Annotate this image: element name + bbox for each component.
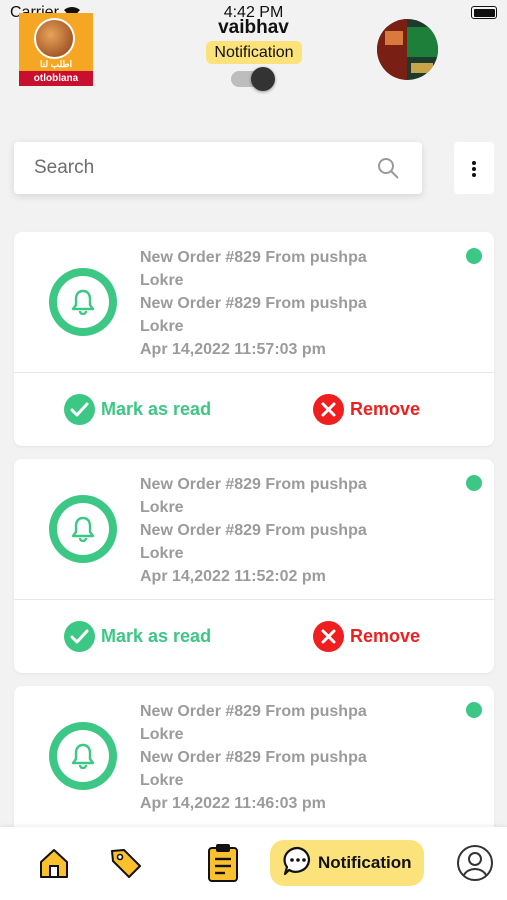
logo-name: otloblana (19, 71, 93, 86)
more-options-button[interactable] (454, 142, 494, 194)
bell-icon (49, 268, 117, 336)
home-icon[interactable] (37, 846, 71, 885)
bottom-nav: Notification (0, 827, 507, 900)
clipboard-icon[interactable] (205, 842, 241, 889)
check-icon (64, 393, 95, 425)
mode-chip: Notification (206, 41, 302, 64)
search-input[interactable]: Search (14, 142, 422, 194)
tag-icon[interactable] (108, 845, 144, 886)
mark-as-read-button[interactable]: Mark as read (64, 393, 211, 425)
nav-active-label: Notification (318, 853, 412, 872)
search-placeholder: Search (34, 157, 95, 178)
check-icon (64, 620, 95, 652)
notification-card[interactable]: New Order #829 From pushpa Lokre New Ord… (14, 459, 494, 673)
card-divider (14, 599, 494, 600)
close-icon (313, 620, 344, 652)
notification-text: New Order #829 From pushpa Lokre New Ord… (140, 246, 440, 361)
notification-card[interactable]: New Order #829 From pushpa Lokre New Ord… (14, 232, 494, 446)
notification-time: Apr 14,2022 11:57:03 pm (140, 341, 326, 358)
notification-text: New Order #829 From pushpa Lokre New Ord… (140, 473, 440, 588)
logo-arabic-text: اطلب لنا (39, 59, 73, 69)
remove-button[interactable]: Remove (313, 620, 420, 652)
notification-time: Apr 14,2022 11:46:03 pm (140, 795, 326, 812)
card-divider (14, 372, 494, 373)
chat-icon (282, 845, 314, 882)
profile-icon[interactable] (456, 844, 494, 887)
remove-button[interactable]: Remove (313, 393, 420, 425)
notification-toggle[interactable] (231, 67, 277, 91)
notification-card[interactable]: New Order #829 From pushpa Lokre New Ord… (14, 686, 494, 836)
search-icon[interactable] (376, 156, 400, 185)
bell-icon (49, 722, 117, 790)
unread-indicator (466, 475, 482, 491)
profile-avatar[interactable] (377, 19, 438, 80)
notification-time: Apr 14,2022 11:52:02 pm (140, 568, 326, 585)
mark-as-read-button[interactable]: Mark as read (64, 620, 211, 652)
bell-icon (49, 495, 117, 563)
unread-indicator (466, 702, 482, 718)
nav-notification-tab[interactable]: Notification (270, 840, 424, 886)
close-icon (313, 393, 344, 425)
notification-text: New Order #829 From pushpa Lokre New Ord… (140, 700, 440, 815)
unread-indicator (466, 248, 482, 264)
